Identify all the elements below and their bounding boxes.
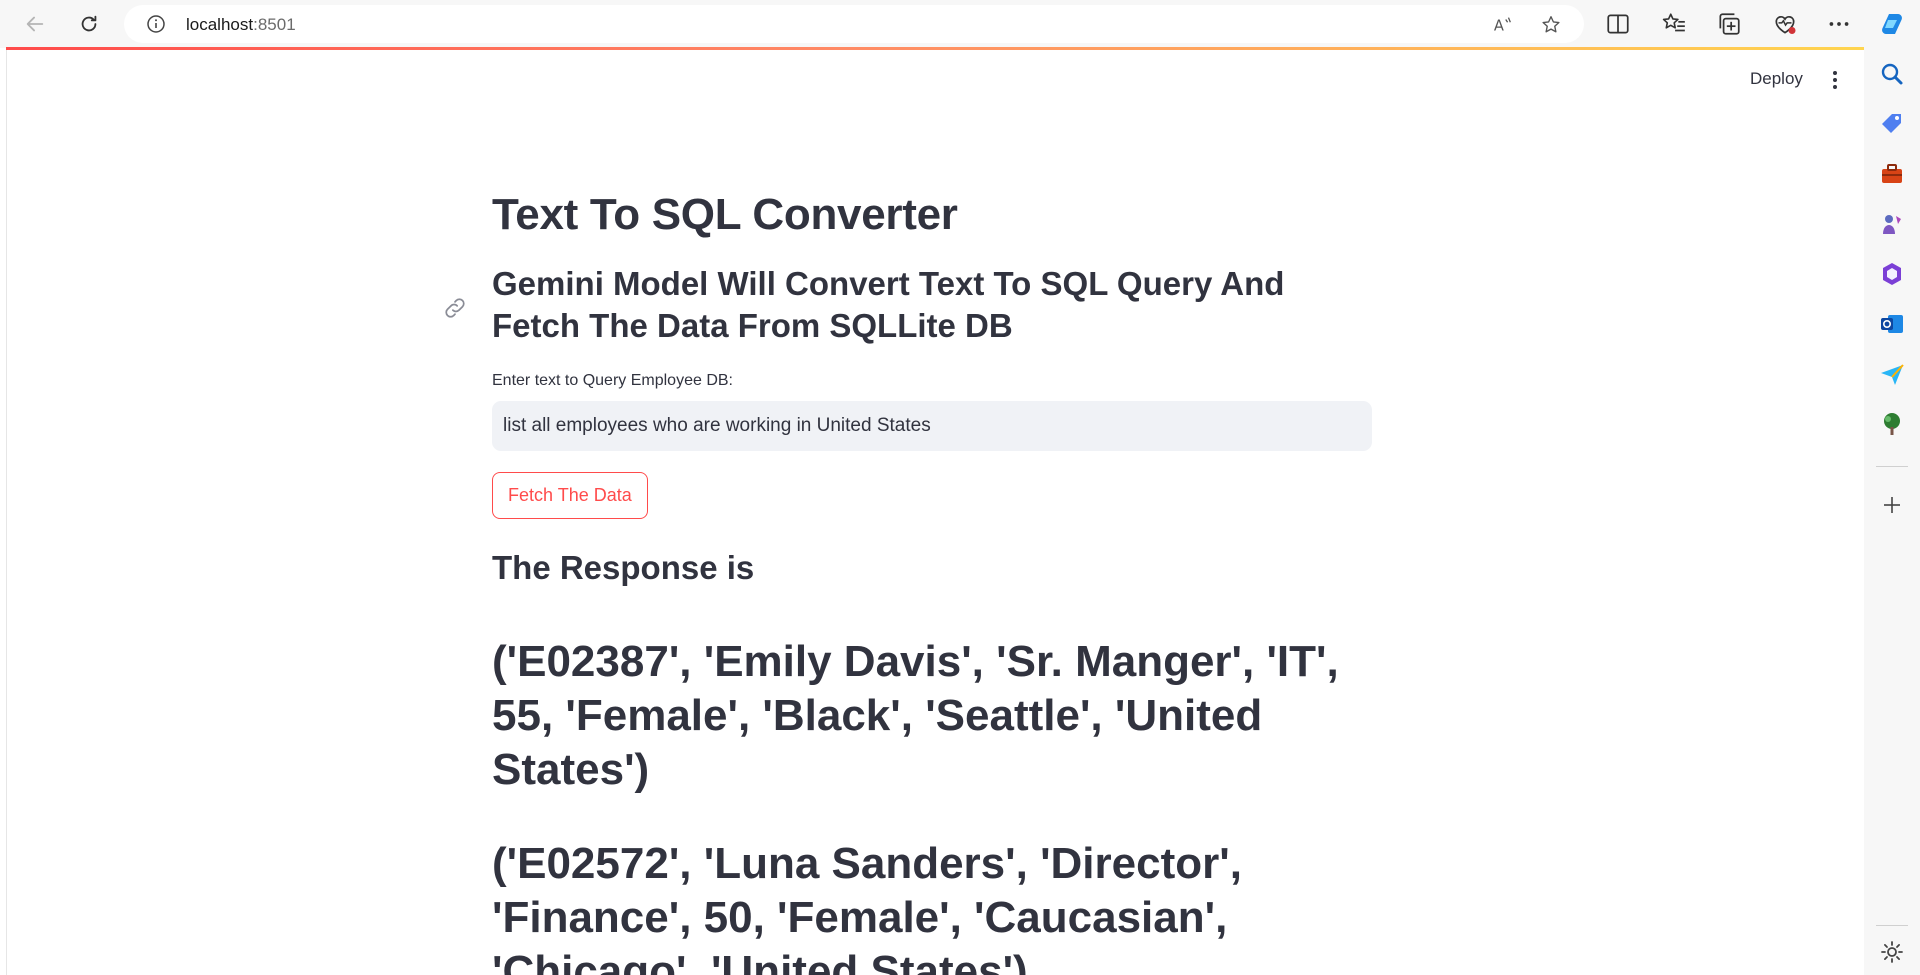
refresh-button[interactable]	[72, 7, 106, 41]
result-row: ('E02387', 'Emily Davis', 'Sr. Manger', …	[492, 637, 1339, 794]
result-row: ('E02572', 'Luna Sanders', 'Director', '…	[492, 839, 1242, 975]
copilot-icon[interactable]	[1878, 10, 1906, 38]
url-text[interactable]: localhost:8501	[186, 15, 296, 35]
subheader-block: Gemini Model Will Convert Text To SQL Qu…	[445, 263, 1376, 347]
subheader: Gemini Model Will Convert Text To SQL Qu…	[492, 265, 1285, 344]
back-arrow-icon	[26, 16, 44, 32]
office-icon[interactable]	[1878, 260, 1906, 288]
split-screen-icon[interactable]	[1605, 11, 1631, 37]
games-icon[interactable]	[1878, 210, 1906, 238]
add-icon[interactable]	[1878, 491, 1906, 519]
tools-icon[interactable]	[1878, 160, 1906, 188]
link-icon[interactable]	[442, 295, 468, 321]
address-bar[interactable]: localhost:8501 A	[124, 5, 1584, 43]
info-icon[interactable]	[146, 14, 166, 34]
page-title: Text To SQL Converter	[492, 190, 958, 239]
main-menu-button[interactable]	[1825, 66, 1845, 94]
menu-dot	[1833, 85, 1837, 89]
outlook-icon[interactable]	[1878, 310, 1906, 338]
query-input-label: Enter text to Query Employee DB:	[492, 372, 733, 389]
edge-sidebar	[1864, 0, 1920, 975]
star-icon[interactable]	[1540, 14, 1562, 36]
deploy-button[interactable]: Deploy	[1742, 64, 1811, 94]
sidebar-divider	[1876, 466, 1908, 467]
fetch-data-button[interactable]: Fetch The Data	[492, 472, 648, 519]
tree-icon[interactable]	[1878, 410, 1906, 438]
url-port: :8501	[253, 15, 296, 34]
query-input[interactable]: list all employees who are working in Un…	[492, 401, 1372, 451]
search-icon[interactable]	[1878, 60, 1906, 88]
response-heading: The Response is	[492, 549, 755, 586]
browser-essentials-icon[interactable]	[1772, 11, 1798, 37]
favorites-icon[interactable]	[1661, 11, 1687, 37]
svg-text:A: A	[1494, 18, 1504, 35]
collections-icon[interactable]	[1716, 11, 1742, 37]
app-viewport: Deploy Text To SQL Converter Gemini Mode…	[6, 50, 1864, 975]
browser-toolbar: localhost:8501 A	[0, 0, 1920, 48]
url-host: localhost	[186, 15, 254, 34]
shopping-tag-icon[interactable]	[1878, 110, 1906, 138]
menu-dot	[1833, 78, 1837, 82]
refresh-icon	[81, 15, 97, 32]
read-aloud-icon[interactable]: A	[1492, 14, 1514, 36]
send-icon[interactable]	[1878, 360, 1906, 388]
menu-dot	[1833, 71, 1837, 75]
back-button[interactable]	[18, 7, 52, 41]
settings-icon[interactable]	[1878, 938, 1906, 966]
sidebar-divider	[1876, 925, 1908, 926]
main-content: Text To SQL Converter Gemini Model Will …	[445, 185, 1376, 975]
more-icon[interactable]	[1826, 11, 1852, 37]
